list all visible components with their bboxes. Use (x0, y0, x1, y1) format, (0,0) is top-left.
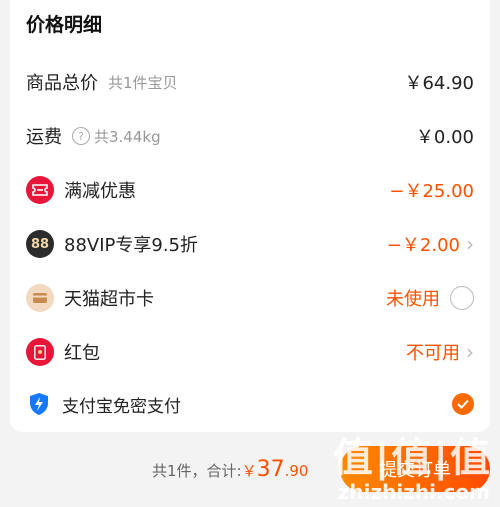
shipping-value: ￥0.00 (415, 127, 474, 148)
order-total: 共1件， 合计: ￥ 37 .90 (152, 457, 308, 482)
red-packet-icon (26, 338, 54, 366)
page-title: 价格明细 (26, 14, 103, 36)
alipay-label: 支付宝免密支付 (62, 396, 181, 417)
full-discount-label: 满减优惠 (64, 181, 136, 202)
supermarket-card-radio[interactable] (450, 286, 474, 310)
vip-discount-value: −￥2.00 (386, 235, 460, 256)
watermark-logo: 值|值|值 (332, 435, 492, 481)
shipping-label: 运费 (26, 127, 62, 148)
card-icon (26, 284, 54, 312)
alipay-checkbox[interactable] (452, 393, 474, 415)
alipay-shield-icon (26, 390, 52, 418)
full-discount-row: 满减优惠 −￥25.00 (26, 170, 474, 210)
total-currency: ￥ (241, 462, 257, 480)
red-packet-status: 不可用 (406, 343, 460, 364)
vip-88-icon: 88 (26, 230, 54, 258)
price-detail-card: 价格明细 商品总价 共1件宝贝 ￥64.90 运费 ? 共3.44kg ￥0.0… (10, 0, 490, 432)
supermarket-card-label: 天猫超市卡 (64, 289, 154, 310)
goods-total-row: 商品总价 共1件宝贝 ￥64.90 (26, 62, 474, 102)
total-amount-int: 37 (256, 457, 285, 482)
shipping-row: 运费 ? 共3.44kg ￥0.00 (26, 116, 474, 156)
coupon-icon (26, 176, 54, 204)
total-amount-dec: .90 (284, 462, 309, 480)
red-packet-row[interactable]: 红包 不可用 › (26, 332, 474, 372)
supermarket-card-status: 未使用 (386, 289, 440, 310)
full-discount-value: −￥25.00 (389, 181, 474, 202)
goods-total-label: 商品总价 (26, 73, 98, 94)
goods-count: 共1件宝贝 (108, 73, 178, 92)
goods-total-value: ￥64.90 (404, 73, 474, 94)
total-label: 合计: (206, 462, 242, 480)
supermarket-card-row[interactable]: 天猫超市卡 未使用 (26, 278, 474, 318)
item-count: 共1件， (152, 462, 207, 480)
chevron-right-icon: › (466, 340, 474, 364)
alipay-row[interactable]: 支付宝免密支付 (26, 384, 474, 424)
help-icon[interactable]: ? (72, 127, 90, 145)
shipping-weight: 共3.44kg (94, 127, 161, 146)
chevron-right-icon: › (466, 232, 474, 256)
red-packet-label: 红包 (64, 343, 100, 364)
vip-discount-label: 88VIP专享9.5折 (64, 235, 199, 256)
vip-discount-row[interactable]: 88 88VIP专享9.5折 −￥2.00 › (26, 224, 474, 264)
watermark-site: zhizhizhi.com (337, 480, 490, 504)
